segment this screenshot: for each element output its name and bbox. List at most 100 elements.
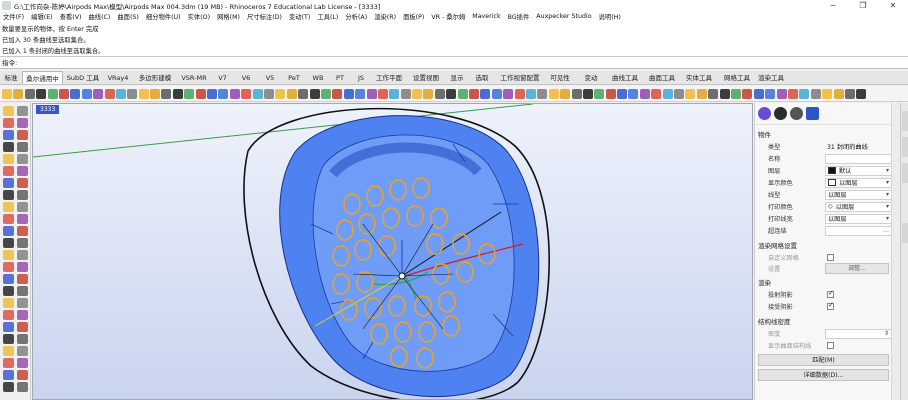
toolbar-tool-icon[interactable]	[47, 88, 58, 99]
side-tool-icon[interactable]	[17, 322, 28, 332]
name-field[interactable]	[825, 153, 892, 164]
side-tool-icon[interactable]	[17, 106, 28, 116]
property-row-name[interactable]: 名称	[755, 153, 892, 165]
side-tool-icon[interactable]	[3, 238, 14, 248]
panel-scrollbar[interactable]	[891, 103, 900, 400]
side-tool-icon[interactable]	[17, 214, 28, 224]
perspective-viewport[interactable]: 3333	[32, 103, 753, 400]
menu-item[interactable]: 面板(P)	[403, 12, 424, 21]
mesh-adjust-button[interactable]: 调整...	[825, 263, 889, 274]
toolbar-tool-icon[interactable]	[731, 88, 741, 99]
check-tab-icon[interactable]	[790, 107, 803, 120]
toolbar-tool-icon[interactable]	[172, 88, 183, 99]
property-row-print-width[interactable]: 打印线宽 以图层 ▾	[755, 213, 892, 225]
toolbar-tab[interactable]: 实体工具	[680, 71, 718, 84]
side-tool-icon[interactable]	[3, 262, 14, 272]
toolbar-tool-icon[interactable]	[127, 88, 138, 99]
toolbar-tool-icon[interactable]	[810, 88, 821, 99]
toolbar-tab[interactable]: 工作视窗配置	[496, 71, 544, 84]
toolbar-tool-icon[interactable]	[355, 88, 366, 99]
side-tool-icon[interactable]	[17, 250, 28, 260]
command-prompt[interactable]: 指令:	[0, 57, 908, 69]
toolbar-tool-icon[interactable]	[423, 88, 434, 99]
gumball-center[interactable]	[398, 272, 406, 280]
side-tool-icon[interactable]	[3, 322, 14, 332]
property-row-layer[interactable]: 图层 默认 ▾	[755, 165, 892, 177]
side-tool-icon[interactable]	[3, 370, 14, 380]
menu-item[interactable]: 细分物件(U)	[146, 12, 181, 21]
toolbar-tab[interactable]: 曲线工具	[606, 71, 644, 84]
minimize-button[interactable]: ─	[818, 0, 848, 11]
toolbar-tab[interactable]: 可见性	[544, 71, 576, 84]
toolbar-tool-icon[interactable]	[856, 88, 867, 99]
side-tool-icon[interactable]	[17, 142, 28, 152]
toolbar-tool-icon[interactable]	[2, 88, 12, 99]
linetype-select[interactable]: 以图层 ▾	[825, 189, 892, 200]
toolbar-tab[interactable]: JS	[350, 71, 372, 84]
toolbar-tool-icon[interactable]	[571, 88, 582, 99]
menu-item[interactable]: 曲线(C)	[88, 12, 110, 21]
toolbar-tab[interactable]: 显示	[446, 71, 468, 84]
toolbar-tool-icon[interactable]	[36, 88, 47, 99]
side-tool-icon[interactable]	[3, 154, 14, 164]
side-tool-icon[interactable]	[3, 286, 14, 296]
side-tool-icon[interactable]	[17, 370, 28, 380]
side-tool-icon[interactable]	[17, 334, 28, 344]
toolbar-tool-icon[interactable]	[696, 88, 707, 99]
side-tool-icon[interactable]	[3, 166, 14, 176]
toolbar-tab[interactable]: 设置视图	[406, 71, 446, 84]
toolbar-tool-icon[interactable]	[639, 88, 650, 99]
toolbar-tab[interactable]: WB	[306, 71, 330, 84]
menu-item[interactable]: BG插件	[508, 12, 530, 21]
toolbar-tool-icon[interactable]	[594, 88, 605, 99]
toolbar-tool-icon[interactable]	[753, 88, 764, 99]
toolbar-tool-icon[interactable]	[104, 88, 115, 99]
toolbar-tool-icon[interactable]	[446, 88, 457, 99]
toolbar-tab[interactable]: 选取	[468, 71, 496, 84]
side-tool-icon[interactable]	[17, 154, 28, 164]
side-tool-icon[interactable]	[3, 142, 14, 152]
toolbar-tool-icon[interactable]	[13, 88, 24, 99]
toolbar-tool-icon[interactable]	[275, 88, 286, 99]
menu-item[interactable]: 尺寸标注(D)	[247, 12, 282, 21]
side-tool-icon[interactable]	[17, 202, 28, 212]
layer-select[interactable]: 默认 ▾	[825, 165, 892, 176]
side-tool-icon[interactable]	[3, 298, 14, 308]
toolbar-tool-icon[interactable]	[263, 88, 274, 99]
menu-item[interactable]: VR - 桑尔姆	[431, 12, 465, 21]
toolbar-tab[interactable]: 曲面工具	[644, 71, 680, 84]
side-tool-icon[interactable]	[17, 298, 28, 308]
menu-item[interactable]: 曲面(S)	[117, 12, 139, 21]
toolbar-tool-icon[interactable]	[252, 88, 263, 99]
toolbar-tab[interactable]: VRay4	[103, 71, 133, 84]
side-tool-icon[interactable]	[17, 226, 28, 236]
receive-shadows-checkbox[interactable]	[827, 301, 834, 311]
toolbar-tool-icon[interactable]	[195, 88, 206, 99]
toolbar-tool-icon[interactable]	[514, 88, 525, 99]
toolbar-tool-icon[interactable]	[491, 88, 502, 99]
menu-item[interactable]: 文件(F)	[3, 12, 24, 21]
toolbar-tab[interactable]: 多边形建模	[133, 71, 177, 84]
density-field[interactable]: ⇕	[825, 328, 892, 339]
side-tool-icon[interactable]	[3, 202, 14, 212]
print-width-select[interactable]: 以图层 ▾	[825, 213, 892, 224]
side-tool-icon[interactable]	[3, 214, 14, 224]
toolbar-tab[interactable]: PeT	[282, 71, 306, 84]
side-tool-icon[interactable]	[17, 130, 28, 140]
side-tab[interactable]	[902, 163, 908, 183]
toolbar-tool-icon[interactable]	[742, 88, 753, 99]
side-tool-icon[interactable]	[17, 358, 28, 368]
side-tool-icon[interactable]	[17, 274, 28, 284]
side-tool-icon[interactable]	[3, 226, 14, 236]
toolbar-tool-icon[interactable]	[582, 88, 593, 99]
toolbar-tab[interactable]: PT	[330, 71, 350, 84]
show-isocurves-row[interactable]: 显示曲面结构线	[755, 340, 892, 352]
side-tool-icon[interactable]	[17, 178, 28, 188]
menu-item[interactable]: 网格(M)	[217, 12, 240, 21]
menu-item[interactable]: 工具(L)	[317, 12, 338, 21]
toolbar-tool-icon[interactable]	[685, 88, 696, 99]
side-tool-icon[interactable]	[3, 334, 14, 344]
toolbar-tool-icon[interactable]	[708, 88, 719, 99]
toolbar-tool-icon[interactable]	[799, 88, 810, 99]
property-row-display-color[interactable]: 显示颜色 以图层 ▾	[755, 177, 892, 189]
